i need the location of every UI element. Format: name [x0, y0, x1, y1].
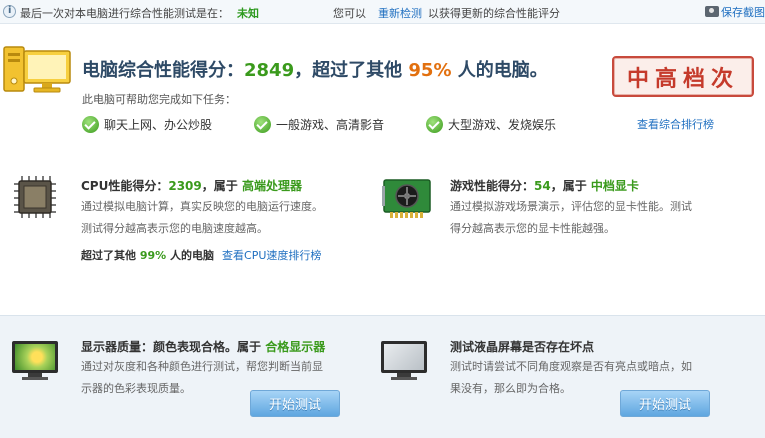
cpu-level: 高端处理器 — [242, 179, 302, 193]
info-icon — [3, 5, 16, 18]
tasks-subtitle: 此电脑可帮助您完成如下任务： — [82, 91, 236, 107]
overall-percent: 95% — [408, 60, 451, 81]
display-desc-line: 通过对灰度和各种颜色进行测试，帮您判断当前显 — [81, 356, 323, 378]
cpu-desc-line: 测试得分越高表示您的电脑速度越高。 — [81, 218, 323, 240]
monitor-icon — [381, 341, 427, 381]
cpu-rank-link[interactable]: 查看CPU速度排行榜 — [222, 249, 321, 262]
display-title-prefix: 显示器质量：颜色表现合格。属于 — [81, 340, 261, 354]
task-label: 一般游戏、高清影音 — [276, 116, 384, 133]
task-label: 聊天上网、办公炒股 — [104, 116, 212, 133]
cpu-belongs: ，属于 — [202, 179, 238, 193]
task-item: 大型游戏、发烧娱乐 — [426, 114, 556, 134]
overall-score-title: 电脑综合性能得分：2849，超过了其他 95% 人的电脑。 — [82, 56, 548, 82]
monitor-icon — [12, 341, 58, 381]
cpu-icon — [12, 174, 58, 220]
score-title-suffix: 人的电脑。 — [458, 60, 548, 81]
overall-score: 2849 — [244, 60, 294, 81]
gpu-description: 通过模拟游戏场景演示，评估您的显卡性能。测试 得分越高表示您的显卡性能越强。 — [450, 196, 692, 240]
gpu-icon — [380, 176, 434, 220]
lcd-start-test-button[interactable]: 开始测试 — [620, 390, 710, 417]
check-icon — [82, 116, 99, 133]
last-test-label: 最后一次对本电脑进行综合性能测试是在： — [20, 7, 229, 20]
last-test-value: 未知 — [237, 7, 259, 20]
task-item: 一般游戏、高清影音 — [254, 114, 384, 134]
display-level: 合格显示器 — [265, 340, 325, 354]
gpu-belongs: ，属于 — [551, 179, 587, 193]
display-start-test-button[interactable]: 开始测试 — [250, 390, 340, 417]
level-stamp: 中高档次 — [612, 56, 754, 97]
display-quality-title: 显示器质量：颜色表现合格。属于 合格显示器 — [81, 338, 325, 355]
cpu-score-label: CPU性能得分： — [81, 179, 168, 193]
level-stamp-text: 中高档次 — [627, 61, 739, 93]
pc-icon — [2, 45, 74, 95]
lcd-desc-line: 测试时请尝试不同角度观察是否有亮点或暗点，如 — [450, 356, 692, 378]
prompt-suffix: 以获得更新的综合性能评分 — [428, 7, 560, 20]
gpu-score-label: 游戏性能得分： — [450, 179, 534, 193]
cpu-beat-text: 超过了其他 99% 人的电脑查看CPU速度排行榜 — [81, 247, 321, 263]
save-screenshot-label: 保存截图 — [721, 6, 765, 19]
cpu-score: 2309 — [168, 179, 201, 193]
gpu-score-title: 游戏性能得分：54，属于 中档显卡 — [450, 177, 639, 194]
bottom-panel: 显示器质量：颜色表现合格。属于 合格显示器 通过对灰度和各种颜色进行测试，帮您判… — [0, 315, 765, 438]
save-screenshot-link[interactable]: 保存截图 — [703, 4, 765, 20]
task-item: 聊天上网、办公炒股 — [82, 114, 212, 134]
cpu-beat-suffix: 人的电脑 — [170, 249, 214, 262]
score-title-mid: ，超过了其他 — [294, 60, 402, 81]
cpu-desc-line: 通过模拟电脑计算，真实反映您的电脑运行速度。 — [81, 196, 323, 218]
check-icon — [254, 116, 271, 133]
gpu-score: 54 — [534, 179, 551, 193]
recheck-prompt: 您可以重新检测以获得更新的综合性能评分 — [333, 5, 560, 21]
check-icon — [426, 116, 443, 133]
cpu-score-title: CPU性能得分：2309，属于 高端处理器 — [81, 177, 302, 194]
prompt-prefix: 您可以 — [333, 7, 366, 20]
last-test-text: 最后一次对本电脑进行综合性能测试是在： 未知 — [20, 5, 259, 21]
cpu-description: 通过模拟电脑计算，真实反映您的电脑运行速度。 测试得分越高表示您的电脑速度越高。 — [81, 196, 323, 240]
recheck-link[interactable]: 重新检测 — [378, 7, 422, 20]
score-title-prefix: 电脑综合性能得分： — [82, 60, 244, 81]
gpu-level: 中档显卡 — [591, 179, 639, 193]
cpu-beat-prefix: 超过了其他 — [81, 249, 136, 262]
task-label: 大型游戏、发烧娱乐 — [448, 116, 556, 133]
overall-rank-link[interactable]: 查看综合排行榜 — [637, 116, 714, 132]
cpu-beat-percent: 99% — [140, 249, 166, 262]
lcd-dead-pixel-title: 测试液晶屏幕是否存在坏点 — [450, 338, 594, 355]
gpu-desc-line: 通过模拟游戏场景演示，评估您的显卡性能。测试 — [450, 196, 692, 218]
gpu-desc-line: 得分越高表示您的显卡性能越强。 — [450, 218, 692, 240]
top-bar: 最后一次对本电脑进行综合性能测试是在： 未知 您可以重新检测以获得更新的综合性能评… — [0, 0, 765, 24]
